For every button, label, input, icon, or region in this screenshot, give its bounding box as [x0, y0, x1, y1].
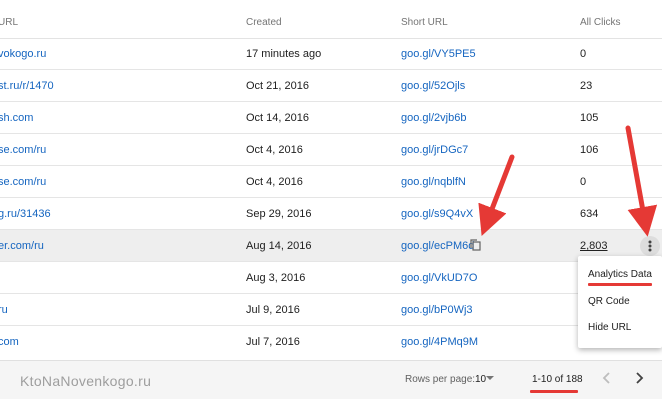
long-url-link[interactable]: sh.com [0, 112, 33, 124]
column-header-created[interactable]: Created [246, 17, 282, 28]
created-date: Oct 4, 2016 [246, 176, 303, 188]
pagination-range: 1-10 of 188 [532, 374, 583, 385]
short-url-link[interactable]: goo.gl/nqblfN [401, 176, 466, 188]
short-url-link[interactable]: goo.gl/bP0Wj3 [401, 304, 473, 316]
created-date: 17 minutes ago [246, 48, 322, 60]
copy-icon[interactable] [469, 238, 483, 252]
long-url-link[interactable]: g.ru/31436 [0, 208, 51, 220]
long-url-link[interactable]: st.ru/r/1470 [0, 80, 54, 92]
table-row[interactable]: g.ru/31436 Sep 29, 2016 goo.gl/s9Q4vX 63… [0, 198, 662, 230]
menu-item-qr-code[interactable]: QR Code [588, 296, 630, 307]
table-row[interactable]: se.com/ru Oct 4, 2016 goo.gl/nqblfN 0 [0, 166, 662, 198]
menu-item-analytics-data[interactable]: Analytics Data [588, 269, 652, 280]
short-url-link[interactable]: goo.gl/2vjb6b [401, 112, 466, 124]
table-row[interactable]: st.ru/r/1470 Oct 21, 2016 goo.gl/52Ojls … [0, 70, 662, 102]
table-row-selected[interactable]: er.com/ru Aug 14, 2016 goo.gl/ecPM6d 2,8… [0, 230, 662, 262]
click-count: 106 [580, 144, 599, 156]
short-url-link[interactable]: goo.gl/s9Q4vX [401, 208, 473, 220]
column-header-short-url[interactable]: Short URL [401, 17, 448, 28]
short-url-link[interactable]: goo.gl/jrDGc7 [401, 144, 468, 156]
short-url-link[interactable]: goo.gl/4PMq9M [401, 336, 478, 348]
column-header-all-clicks[interactable]: All Clicks [580, 17, 621, 28]
created-date: Oct 4, 2016 [246, 144, 303, 156]
red-underline-annotation [588, 283, 652, 286]
click-count: 634 [580, 208, 599, 220]
created-date: Jul 7, 2016 [246, 336, 300, 348]
table-row[interactable]: sh.com Oct 14, 2016 goo.gl/2vjb6b 105 [0, 102, 662, 134]
click-count: 0 [580, 176, 587, 188]
short-url-link[interactable]: goo.gl/VY5PE5 [401, 48, 476, 60]
table-row[interactable]: se.com/ru Oct 4, 2016 goo.gl/jrDGc7 106 [0, 134, 662, 166]
column-header-url[interactable]: URL [0, 17, 18, 28]
table-header: URL Created Short URL All Clicks [0, 0, 662, 39]
more-vert-icon[interactable] [640, 236, 660, 256]
rows-per-page-label: Rows per page: [405, 374, 476, 385]
long-url-link[interactable]: er.com/ru [0, 240, 44, 252]
short-url-link[interactable]: goo.gl/ecPM6d [401, 240, 474, 252]
next-page-icon[interactable] [634, 372, 644, 387]
long-url-link[interactable]: ru [0, 304, 8, 316]
click-count-link[interactable]: 2,803 [580, 240, 608, 252]
click-count: 23 [580, 80, 593, 92]
table-row[interactable]: ru Jul 9, 2016 goo.gl/bP0Wj3 [0, 294, 662, 326]
menu-item-hide-url[interactable]: Hide URL [588, 322, 631, 333]
long-url-link[interactable]: vokogo.ru [0, 48, 46, 60]
table-row[interactable]: com Jul 7, 2016 goo.gl/4PMq9M [0, 326, 662, 357]
created-date: Oct 14, 2016 [246, 112, 309, 124]
click-count: 105 [580, 112, 599, 124]
long-url-link[interactable]: se.com/ru [0, 176, 46, 188]
created-date: Sep 29, 2016 [246, 208, 312, 220]
previous-page-icon[interactable] [602, 372, 612, 387]
short-url-link[interactable]: goo.gl/52Ojls [401, 80, 465, 92]
table-row[interactable]: vokogo.ru 17 minutes ago goo.gl/VY5PE5 0 [0, 38, 662, 70]
table-row[interactable]: Aug 3, 2016 goo.gl/VkUD7O [0, 262, 662, 294]
created-date: Oct 21, 2016 [246, 80, 309, 92]
created-date: Aug 3, 2016 [246, 272, 306, 284]
row-context-menu: Analytics Data QR Code Hide URL [578, 256, 662, 348]
short-url-link[interactable]: goo.gl/VkUD7O [401, 272, 477, 284]
created-date: Aug 14, 2016 [246, 240, 312, 252]
rows-per-page-select[interactable]: 10 [475, 374, 486, 385]
created-date: Jul 9, 2016 [246, 304, 300, 316]
long-url-link[interactable]: se.com/ru [0, 144, 46, 156]
long-url-link[interactable]: com [0, 336, 19, 348]
red-underline-annotation [530, 390, 578, 393]
dropdown-arrow-icon[interactable] [486, 374, 494, 385]
site-watermark: KtoNaNovenkogo.ru [20, 373, 152, 389]
table-footer: KtoNaNovenkogo.ru Rows per page: 10 1-10… [0, 360, 662, 399]
click-count: 0 [580, 48, 587, 60]
